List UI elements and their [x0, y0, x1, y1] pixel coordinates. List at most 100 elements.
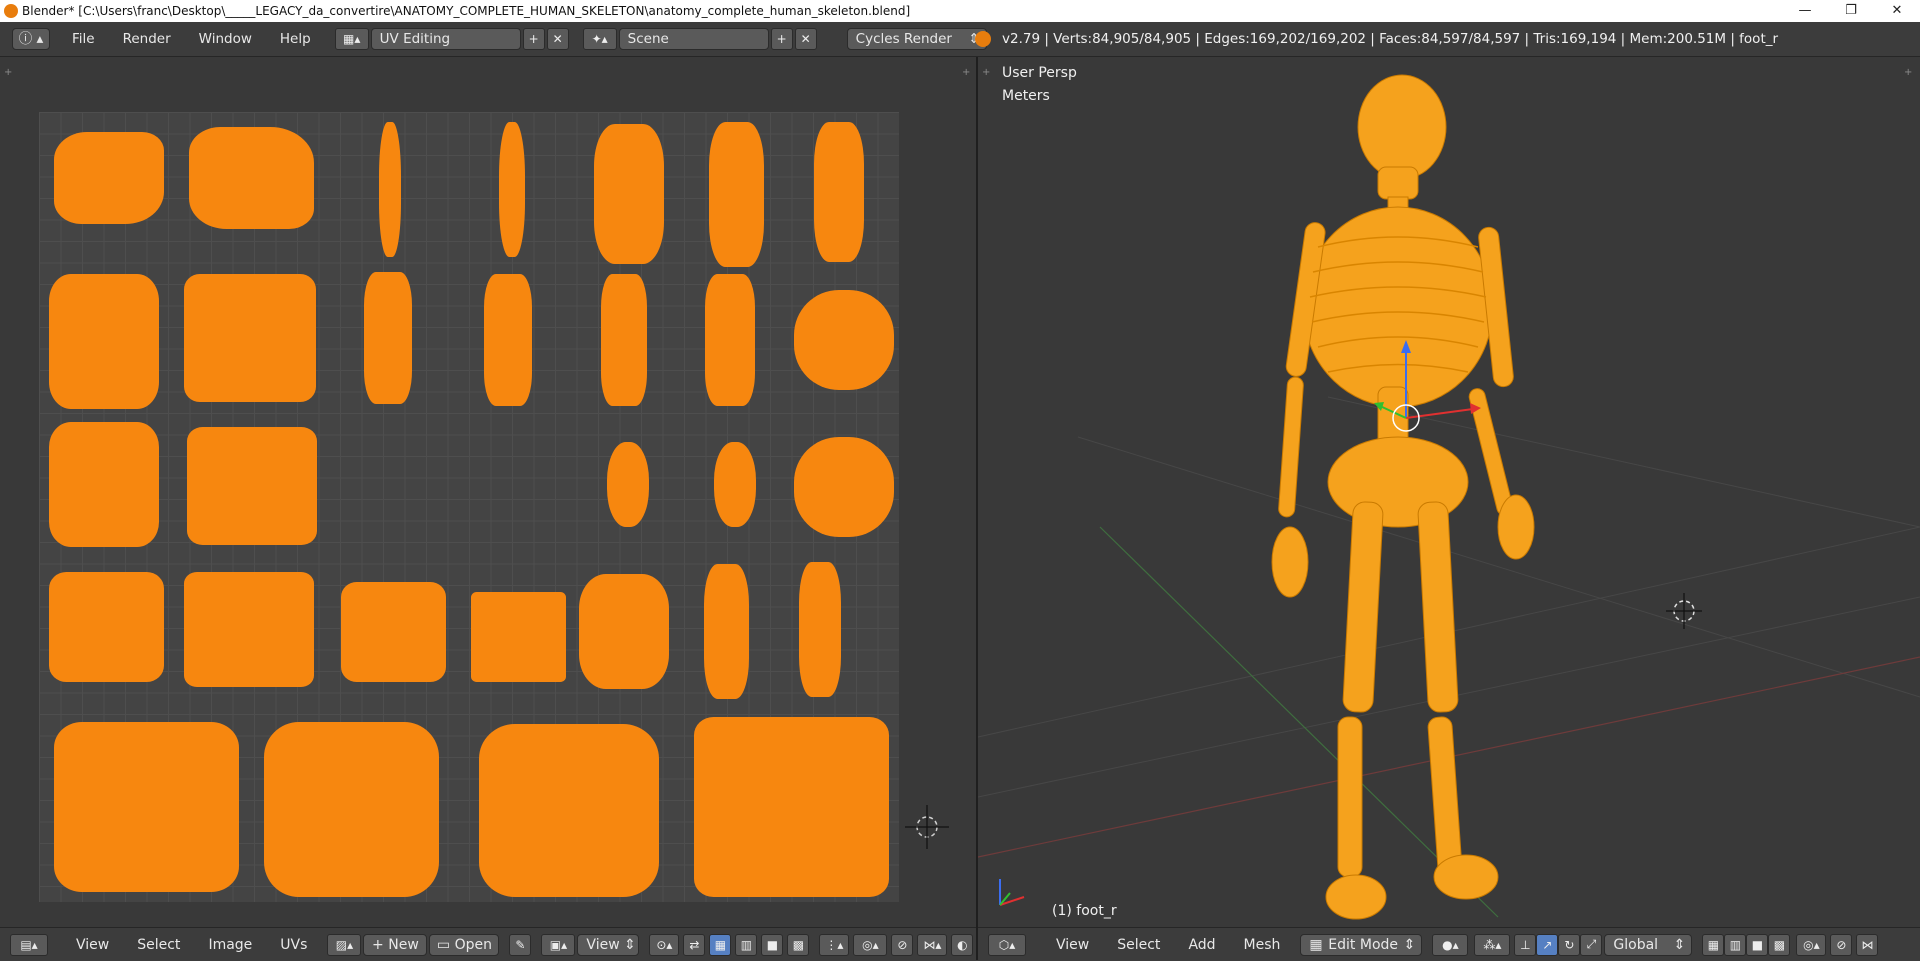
translate-manipulator-icon[interactable]: ↗	[1536, 933, 1559, 956]
uv-grid[interactable]	[39, 112, 899, 902]
uv-island	[341, 582, 446, 682]
uv-island	[594, 124, 664, 264]
uv-island	[607, 442, 649, 527]
scene-icon[interactable]: ✦▴	[582, 28, 617, 50]
axis-widget-icon	[999, 879, 1025, 906]
viewport-scene	[978, 74, 1920, 920]
view-mode-icon[interactable]: ▣▴	[541, 933, 576, 956]
uv-image-editor[interactable]: + +	[0, 57, 976, 927]
scene-stats: v2.79 | Verts:84,905/84,905 | Edges:169,…	[1002, 31, 1779, 47]
2d-cursor-icon[interactable]	[895, 795, 959, 859]
view-select[interactable]: View ⇕	[577, 933, 640, 956]
minimize-button[interactable]: —	[1782, 0, 1828, 22]
window-title: Blender* [C:\Users\franc\Desktop\_____LE…	[22, 4, 911, 18]
add-layout-icon[interactable]: +	[522, 28, 545, 50]
uv-island	[54, 722, 239, 892]
edit-mode-icon: ▦	[1309, 936, 1323, 953]
info-icon: ⓘ ▴	[18, 31, 44, 47]
uv-island	[49, 572, 164, 682]
plus-icon: +	[372, 936, 389, 953]
vertex-select-icon[interactable]: ▦	[709, 933, 732, 956]
edge-select-icon[interactable]: ▥	[1724, 933, 1747, 956]
uv-island	[484, 274, 532, 406]
viewport-menu-mesh[interactable]: Mesh	[1230, 937, 1295, 953]
menu-file[interactable]: File	[58, 31, 109, 47]
new-image-button[interactable]: + New	[363, 933, 428, 956]
image-browse-icon[interactable]: ▨▴	[327, 933, 362, 956]
face-select-icon[interactable]: ■	[1746, 933, 1769, 956]
maximize-button[interactable]: ❐	[1828, 0, 1874, 22]
uv-island	[184, 572, 314, 687]
screen-layout-icon[interactable]: ▦▴	[334, 28, 369, 50]
editor-type-button[interactable]: ⓘ ▴	[12, 28, 50, 50]
remove-scene-icon[interactable]: ✕	[794, 28, 817, 50]
uv-island	[479, 724, 659, 897]
uv-island	[814, 122, 864, 262]
pin-icon[interactable]: ✎	[509, 933, 532, 956]
uv-island	[187, 427, 317, 545]
island-select-icon[interactable]: ▩	[787, 933, 810, 956]
uv-island	[714, 442, 756, 527]
render-engine-select[interactable]: Cycles Render ⇕	[846, 28, 987, 50]
viewport-menu-view[interactable]: View	[1042, 937, 1103, 953]
uv-menu-image[interactable]: Image	[194, 937, 266, 953]
proportional-edit-icon[interactable]: ◎▴	[853, 933, 888, 956]
menu-render[interactable]: Render	[109, 31, 185, 47]
sticky-select-icon[interactable]: ⋮▴	[819, 933, 850, 956]
skeleton-mesh[interactable]	[1271, 74, 1535, 920]
scene-field[interactable]: Scene	[618, 28, 769, 50]
rotate-manipulator-icon[interactable]: ↻	[1558, 933, 1581, 956]
uv-island	[49, 274, 159, 409]
close-button[interactable]: ✕	[1874, 0, 1920, 22]
screen-layout-field[interactable]: UV Editing	[370, 28, 521, 50]
occlude-geometry-icon[interactable]: ▩	[1768, 933, 1791, 956]
uv-island	[499, 122, 525, 257]
viewport-menu-select[interactable]: Select	[1103, 937, 1174, 953]
uv-island	[471, 592, 566, 682]
channels-icon[interactable]: ◐	[951, 933, 974, 956]
blender-logo-icon	[975, 31, 991, 47]
add-scene-icon[interactable]: +	[770, 28, 793, 50]
editor-type-button[interactable]: ⬡▴	[988, 933, 1026, 956]
snap-icon[interactable]: ⊘	[1830, 933, 1853, 956]
uv-island	[364, 272, 412, 404]
uv-menu-view[interactable]: View	[62, 937, 123, 953]
pivot-icon[interactable]: ⊙▴	[649, 933, 680, 956]
uv-menu-select[interactable]: Select	[123, 937, 194, 953]
area-corner-icon[interactable]: +	[962, 68, 970, 78]
snap-element-icon[interactable]: ⋈▴	[917, 933, 948, 956]
area-corner-icon[interactable]: +	[4, 68, 12, 78]
uv-island	[705, 274, 755, 406]
manipulator-toggle-icon[interactable]: ⊥	[1514, 933, 1537, 956]
3d-cursor-icon[interactable]	[1666, 593, 1702, 629]
editor-type-button[interactable]: ▤▴	[10, 933, 48, 956]
menu-help[interactable]: Help	[266, 31, 325, 47]
uv-island	[579, 574, 669, 689]
vertex-select-icon[interactable]: ▦	[1702, 933, 1725, 956]
snap-icon[interactable]: ⊘	[891, 933, 914, 956]
edge-select-icon[interactable]: ▥	[735, 933, 758, 956]
uv-editor-header: ▤▴ View Select Image UVs ▨▴ + New ▭ Open…	[0, 927, 976, 961]
remove-layout-icon[interactable]: ✕	[546, 28, 569, 50]
transform-orientation-select[interactable]: Global ⇕	[1604, 933, 1693, 956]
pivot-point-icon[interactable]: ⁂▴	[1474, 933, 1511, 956]
uv-island	[601, 274, 647, 406]
uv-menu-uvs[interactable]: UVs	[266, 937, 321, 953]
3d-viewport[interactable]: User Persp Meters + + (1) foot_r	[978, 57, 1920, 927]
sync-selection-icon[interactable]: ⇄	[683, 933, 706, 956]
uv-island	[54, 132, 164, 224]
shading-mode-icon[interactable]: ●▴	[1432, 933, 1469, 956]
viewport-menu-add[interactable]: Add	[1174, 937, 1229, 953]
mode-select[interactable]: ▦ Edit Mode ⇕	[1300, 933, 1423, 956]
uv-island	[184, 274, 316, 402]
face-select-icon[interactable]: ■	[761, 933, 784, 956]
snap-element-icon[interactable]: ⋈	[1856, 933, 1879, 956]
uv-island	[49, 422, 159, 547]
menu-window[interactable]: Window	[185, 31, 266, 47]
open-image-button[interactable]: ▭ Open	[429, 933, 500, 956]
scale-manipulator-icon[interactable]: ⤢	[1580, 933, 1603, 956]
folder-icon: ▭	[436, 936, 455, 953]
uv-island	[694, 717, 889, 897]
viewport-header: ⬡▴ View Select Add Mesh ▦ Edit Mode ⇕ ●▴…	[978, 927, 1920, 961]
proportional-edit-icon[interactable]: ◎▴	[1796, 933, 1827, 956]
